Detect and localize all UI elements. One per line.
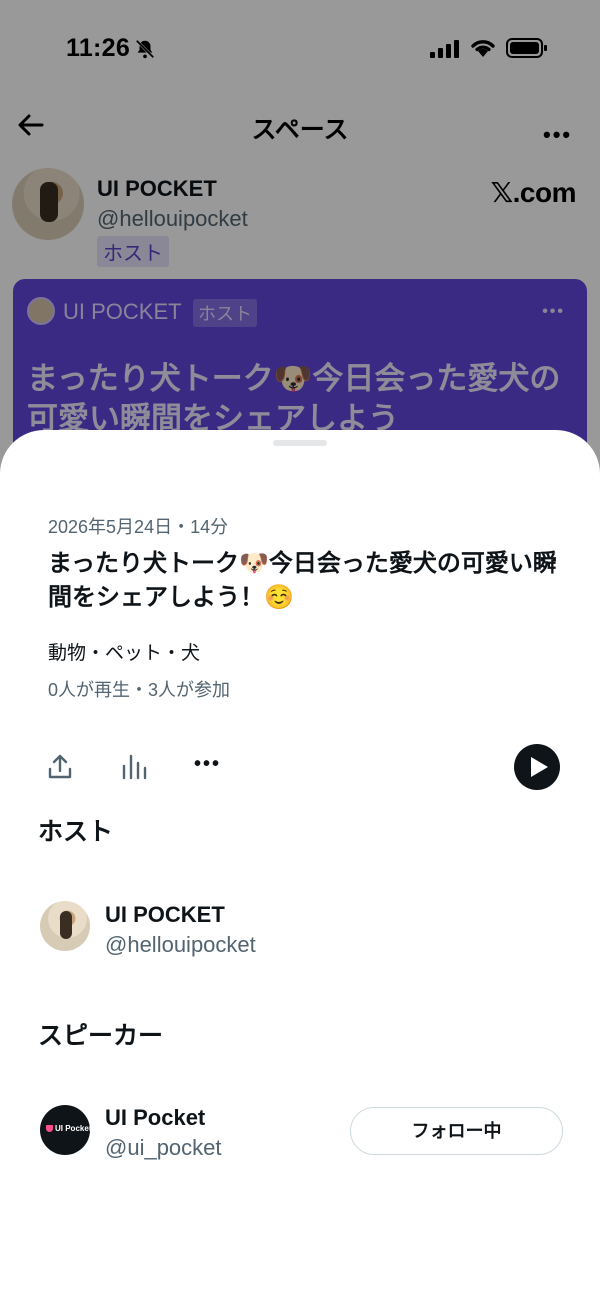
play-button[interactable] <box>514 744 560 790</box>
space-date-duration: 2026年5月24日・14分 <box>48 517 229 537</box>
following-button[interactable]: フォロー中 <box>350 1107 563 1155</box>
host-avatar[interactable] <box>40 901 90 951</box>
more-icon[interactable]: ••• <box>194 753 221 776</box>
ui-pocket-logo-icon <box>46 1125 53 1132</box>
host-handle: @hellouipocket <box>105 932 256 957</box>
play-icon <box>531 757 548 777</box>
host-section-title: ホスト <box>38 818 114 846</box>
space-detail-sheet: 2026年5月24日・14分 まったり犬トーク🐶今日会った愛犬の可愛い瞬間をシェ… <box>0 430 600 1304</box>
sheet-grabber[interactable] <box>273 440 327 446</box>
speaker-avatar[interactable]: UI Pocket <box>40 1105 90 1155</box>
share-icon[interactable] <box>46 753 74 781</box>
space-topics: 動物・ペット・犬 <box>48 643 201 664</box>
speaker-logo: UI Pocket <box>46 1124 90 1133</box>
speaker-name[interactable]: UI Pocket <box>105 1105 205 1131</box>
space-stats: 0人が再生・3人が参加 <box>48 680 231 700</box>
speaker-section-title: スピーカー <box>38 1022 164 1050</box>
space-title: まったり犬トーク🐶今日会った愛犬の可愛い瞬間をシェアしよう！☺️ <box>48 550 557 611</box>
stats-icon[interactable] <box>121 754 147 780</box>
speaker-handle: @ui_pocket <box>105 1135 222 1160</box>
host-name[interactable]: UI POCKET <box>105 902 225 928</box>
